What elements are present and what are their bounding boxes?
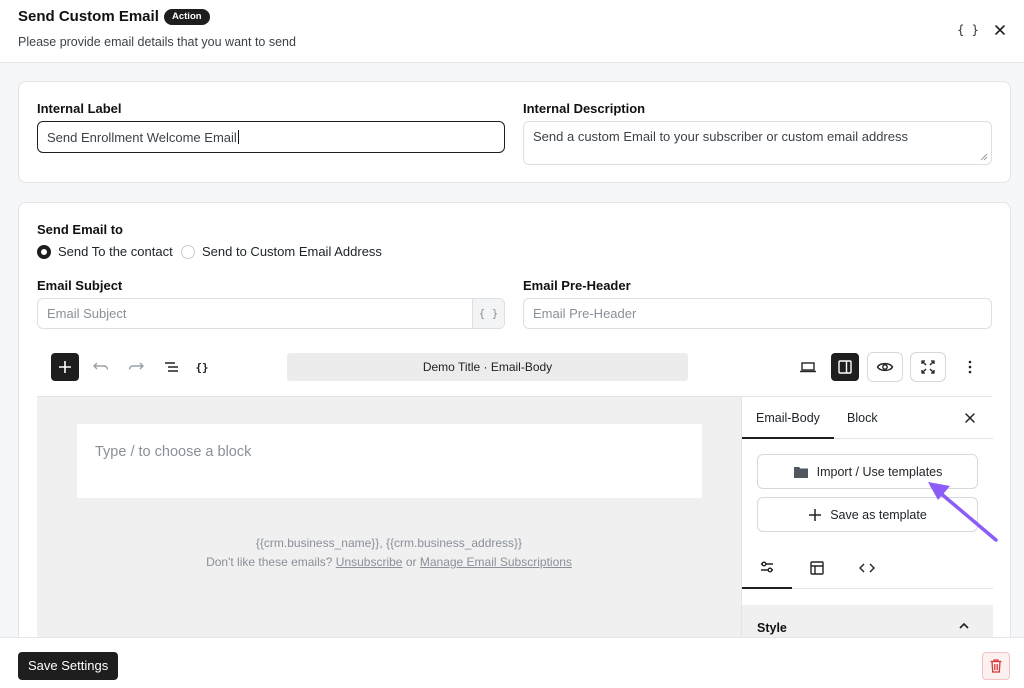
fullscreen-button[interactable] — [910, 352, 946, 382]
email-subject-input[interactable]: Email Subject { } — [37, 298, 505, 329]
tab-email-body[interactable]: Email-Body — [742, 397, 834, 439]
undo-button[interactable] — [87, 353, 115, 381]
desktop-preview-button[interactable] — [794, 353, 822, 381]
redo-button[interactable] — [122, 353, 150, 381]
folder-icon — [793, 466, 808, 478]
block-placeholder[interactable]: Type / to choose a block — [77, 424, 702, 498]
add-block-button[interactable] — [51, 353, 79, 381]
subtab-settings[interactable] — [742, 547, 792, 589]
action-badge: Action — [164, 9, 210, 25]
radio-label: Send To the contact — [58, 244, 173, 259]
smartcode-button[interactable]: { } — [956, 20, 980, 40]
internal-description-textarea[interactable]: Send a custom Email to your subscriber o… — [523, 121, 992, 165]
subtab-layout[interactable] — [792, 547, 842, 589]
email-preheader-input[interactable]: Email Pre-Header — [523, 298, 992, 329]
modal-header: Send Custom Email Action Please provide … — [0, 0, 1024, 63]
more-vertical-icon — [968, 360, 972, 374]
layout-icon — [810, 561, 824, 575]
radio-selected-icon — [37, 244, 51, 259]
close-sidebar-icon[interactable] — [962, 410, 978, 426]
redo-icon — [128, 362, 144, 370]
radio-unselected-icon — [181, 244, 195, 259]
list-view-button[interactable] — [158, 353, 186, 381]
save-as-template-button[interactable]: Save as template — [757, 497, 978, 532]
footer-unsubscribe-line: Don't like these emails? Unsubscribe or … — [37, 555, 741, 569]
close-icon[interactable] — [990, 20, 1010, 40]
plus-icon — [809, 508, 822, 521]
more-options-button[interactable] — [956, 353, 984, 381]
code-braces-button[interactable]: {} — [188, 353, 216, 381]
internal-label-value: Send Enrollment Welcome Email — [47, 129, 237, 145]
import-templates-button[interactable]: Import / Use templates — [757, 454, 978, 489]
document-title[interactable]: Demo Title · Email-Body — [287, 353, 688, 381]
trash-icon — [990, 659, 1002, 673]
subtab-code[interactable] — [842, 547, 892, 589]
text-caret — [237, 130, 239, 144]
fullscreen-icon — [921, 360, 935, 374]
modal-subtitle: Please provide email details that you wa… — [18, 35, 296, 49]
manage-subscriptions-link[interactable]: Manage Email Subscriptions — [420, 555, 572, 569]
list-view-icon — [165, 362, 178, 372]
code-icon — [859, 563, 875, 573]
sidebar-icon — [838, 360, 852, 374]
import-templates-label: Import / Use templates — [816, 464, 943, 479]
email-subject-label: Email Subject — [37, 278, 123, 293]
radio-send-to-custom[interactable]: Send to Custom Email Address — [181, 244, 382, 259]
internal-label-input[interactable]: Send Enrollment Welcome Email — [37, 121, 505, 153]
radio-send-to-contact[interactable]: Send To the contact — [37, 244, 173, 259]
internal-description-title: Internal Description — [523, 101, 646, 116]
preview-button[interactable] — [867, 352, 903, 382]
desktop-icon — [800, 362, 816, 373]
save-settings-button[interactable]: Save Settings — [18, 652, 119, 680]
internal-description-value: Send a custom Email to your subscriber o… — [533, 129, 908, 144]
sidebar-subtabs — [742, 547, 993, 589]
unsubscribe-link[interactable]: Unsubscribe — [336, 555, 403, 569]
email-preheader-placeholder: Email Pre-Header — [533, 306, 637, 321]
save-as-template-label: Save as template — [830, 507, 927, 522]
sidebar-tabs: Email-Body Block — [742, 397, 993, 439]
modal-footer: Save Settings — [0, 637, 1024, 688]
tab-block[interactable]: Block — [833, 397, 892, 439]
footer-or: or — [405, 555, 417, 569]
code-braces-icon: {} — [195, 360, 209, 374]
plus-icon — [59, 361, 71, 373]
email-preheader-label: Email Pre-Header — [523, 278, 631, 293]
send-email-to-label: Send Email to — [37, 222, 123, 237]
email-subject-placeholder: Email Subject — [47, 306, 127, 321]
chevron-up-icon — [959, 622, 969, 629]
footer-merge-tags: {{crm.business_name}}, {{crm.business_ad… — [255, 536, 523, 550]
subject-smartcode-button[interactable]: { } — [472, 299, 504, 328]
footer-prefix: Don't like these emails? — [206, 555, 333, 569]
settings-sidebar-toggle[interactable] — [831, 353, 859, 381]
delete-button[interactable] — [982, 652, 1010, 680]
undo-icon — [93, 362, 109, 370]
eye-icon — [876, 362, 894, 372]
radio-label: Send to Custom Email Address — [202, 244, 382, 259]
modal-title: Send Custom Email — [18, 8, 159, 25]
resize-handle-icon[interactable] — [980, 153, 988, 161]
style-label: Style — [757, 621, 787, 635]
internal-label-title: Internal Label — [37, 101, 122, 116]
sliders-icon — [761, 561, 773, 573]
